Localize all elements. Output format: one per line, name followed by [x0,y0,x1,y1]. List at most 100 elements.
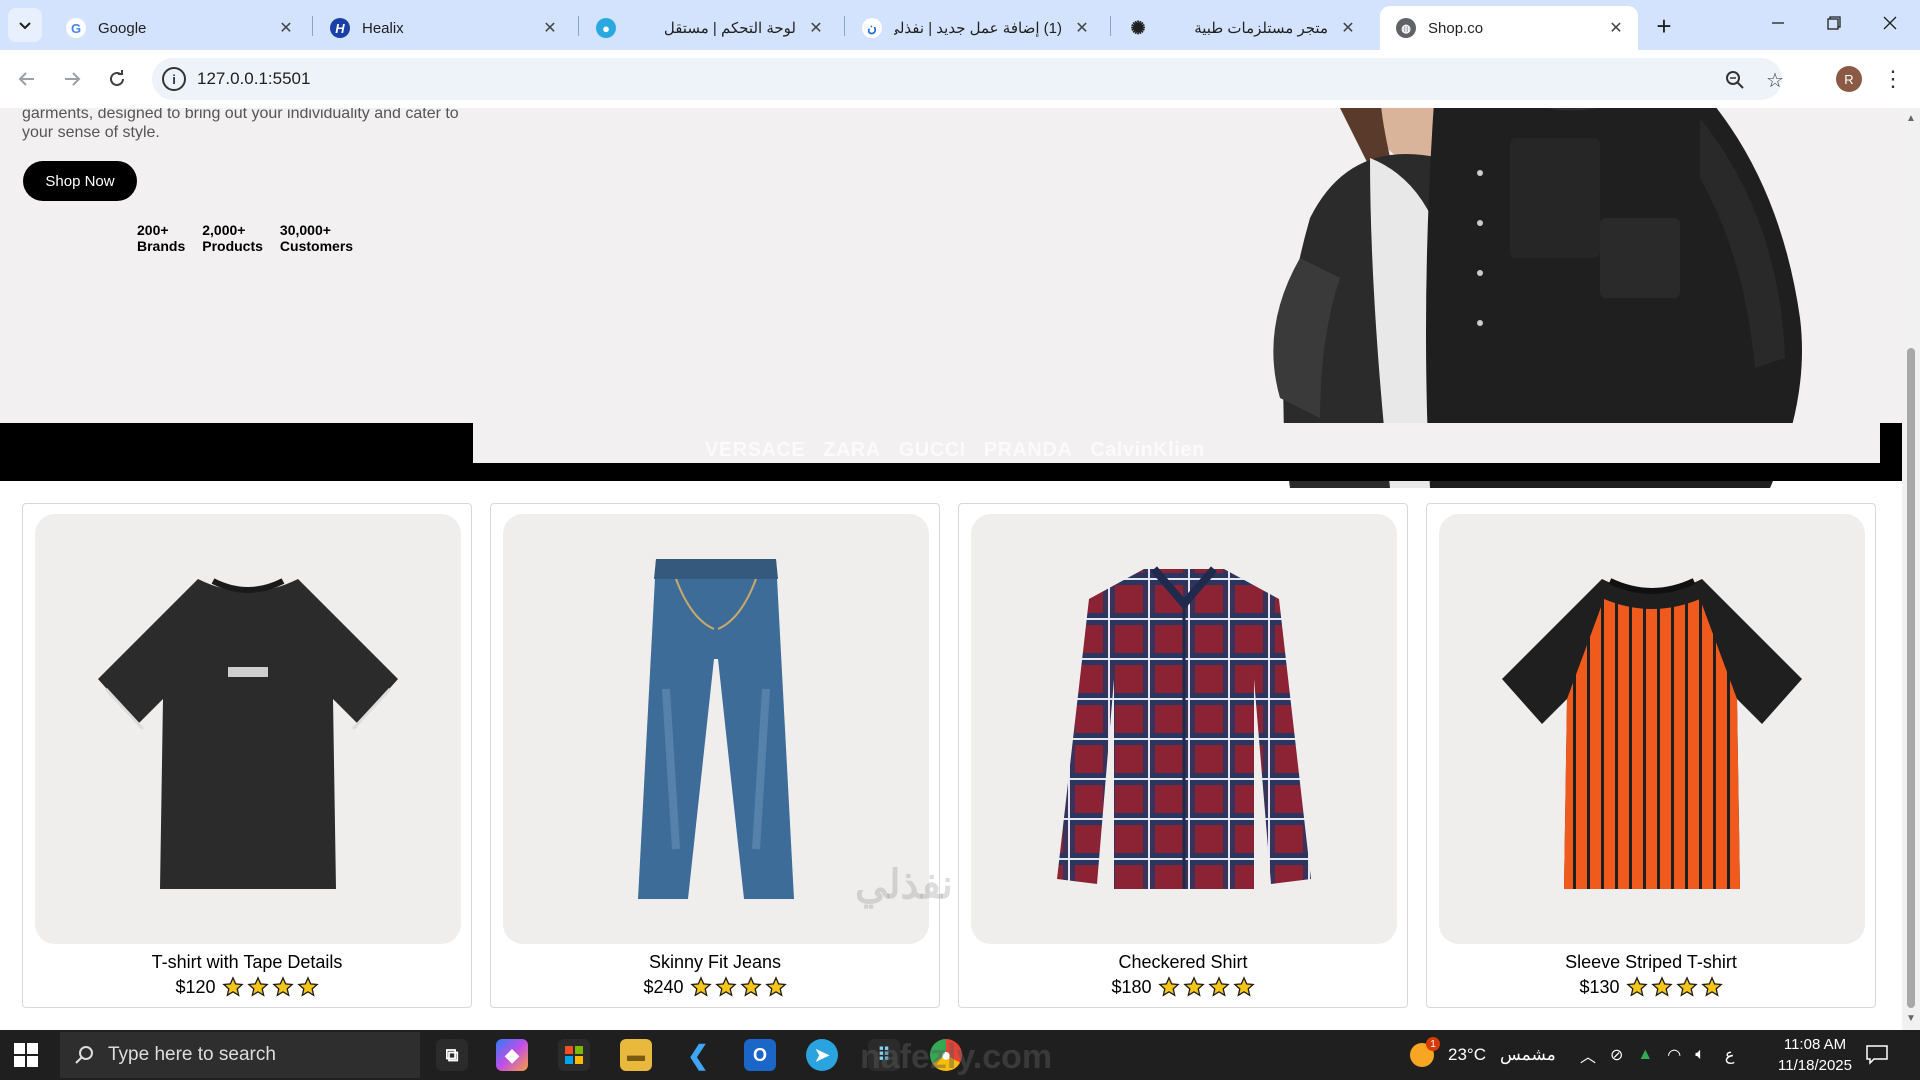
star-icon [689,976,712,997]
star-icon [221,976,244,997]
hero-stats: 200+ Brands 2,000+ Products 30,000+ Cust… [137,222,353,254]
profile-avatar[interactable]: R [1836,66,1862,92]
black-tshirt-image [98,578,398,889]
network-off-icon[interactable]: ⊘ [1610,1045,1623,1065]
taskbar-search[interactable]: Type here to search [60,1032,420,1078]
openai-icon: ✺ [1130,17,1146,38]
tab-title: Healix [362,19,404,37]
star-icon [1675,976,1698,997]
star-icon [739,976,762,997]
close-tab-icon[interactable]: ✕ [1072,18,1092,38]
restore-button[interactable] [1806,0,1862,46]
close-tab-icon[interactable]: ✕ [276,18,296,38]
product-card[interactable]: Checkered Shirt $180 [958,503,1408,1008]
close-icon [1883,16,1897,30]
product-name[interactable]: T-shirt with Tape Details [23,952,471,973]
tab-separator [578,16,579,36]
tab-nafezly[interactable]: ن (1) إضافة عمل جديد | نفذلي ✕ [846,6,1104,50]
weather-text: مشمس [1499,1045,1556,1064]
zoom-icon[interactable] [1722,67,1748,93]
bookmark-star-icon[interactable]: ☆ [1762,67,1788,93]
scroll-up-arrow-icon[interactable]: ▲ [1906,114,1916,124]
arrow-left-icon [18,72,34,86]
mostaql-icon: ● [596,18,616,38]
tab-shop-co[interactable]: ◍ Shop.co ✕ [1380,6,1638,50]
product-name[interactable]: Checkered Shirt [959,952,1407,973]
brand-versace: VERSACE [705,439,806,461]
close-tab-icon[interactable]: ✕ [540,18,560,38]
rating-stars [689,976,787,998]
file-explorer-icon[interactable]: ▬ [620,1039,652,1071]
minimize-button[interactable] [1750,0,1806,46]
chevron-up-icon[interactable]: ︿ [1580,1043,1596,1067]
product-card[interactable]: T-shirt with Tape Details $120 [22,503,472,1008]
brand-pranda: PRANDA [983,439,1073,461]
system-tray: ︿ ⊘ ▲ ◠ 🔈︎ ع [1580,1030,1734,1080]
product-image[interactable] [1439,514,1865,944]
product-grid: T-shirt with Tape Details $120 Skinny Fi… [22,503,1876,1008]
tab-title: Shop.co [1428,19,1484,37]
outlook-icon[interactable]: O [744,1039,776,1071]
product-name[interactable]: Sleeve Striped T-shirt [1427,952,1875,973]
close-window-button[interactable] [1862,0,1918,46]
microsoft-store-icon[interactable] [558,1039,590,1071]
new-tab-button[interactable]: + [1648,10,1680,42]
windows-start-icon[interactable] [14,1043,38,1067]
nafezly-icon: ن [862,18,882,38]
volume-icon[interactable]: 🔈︎ [1695,1046,1705,1064]
restore-icon [1827,16,1841,30]
star-icon [714,976,737,997]
close-tab-icon[interactable]: ✕ [806,18,826,38]
search-icon [75,1046,93,1064]
tab-healix[interactable]: H Healix ✕ [314,6,572,50]
tab-search-button[interactable] [8,8,42,42]
task-view-icon[interactable]: ⧉ [436,1039,468,1071]
telegram-icon[interactable]: ➤ [806,1039,838,1071]
close-tab-icon[interactable]: ✕ [1338,18,1358,38]
tab-title: متجر مستلزمات طبية [1194,20,1328,37]
product-name[interactable]: Skinny Fit Jeans [491,952,939,973]
price-rating-row: $120 [23,976,471,998]
stat-customers: 30,000+ Customers [279,222,354,254]
notification-icon[interactable] [1866,1030,1888,1080]
weather-widget[interactable]: 1 23°C مشمس [1410,1030,1556,1080]
hero-description: garments, designed to bring out your ind… [22,108,459,141]
blue-jeans-image [638,559,794,899]
address-bar[interactable]: i 127.0.0.1:5501 ☆ [152,58,1784,100]
input-language[interactable]: ع [1725,1045,1735,1065]
site-info-icon[interactable]: i [162,67,186,91]
weather-temp: 23°C [1448,1045,1486,1064]
shop-now-button[interactable]: Shop Now [23,161,137,201]
google-icon: G [66,18,86,38]
scroll-down-arrow-icon[interactable]: ▼ [1906,1014,1916,1024]
product-image[interactable] [35,514,461,944]
tab-google[interactable]: G Google ✕ [50,6,308,50]
copilot-icon[interactable]: ◆ [496,1039,528,1071]
product-image[interactable] [971,514,1397,944]
product-card[interactable]: Skinny Fit Jeans $240 [490,503,940,1008]
back-button[interactable] [10,62,44,96]
page-scrollbar[interactable]: ▲ ▼ [1902,108,1920,1030]
forward-button[interactable] [55,62,89,96]
rating-stars [1157,976,1255,998]
tab-mostaql[interactable]: ● لوحة التحكم | مستقل ✕ [580,6,838,50]
google-drive-icon[interactable]: ▲ [1637,1046,1653,1064]
scrollbar-thumb[interactable] [1907,348,1915,1008]
tab-medical-store[interactable]: ✺ متجر مستلزمات طبية ✕ [1112,6,1370,50]
price-rating-row: $180 [959,976,1407,998]
reload-button[interactable] [100,62,134,96]
tab-title: Google [98,19,147,37]
product-price: $120 [175,976,216,997]
browser-menu-icon[interactable]: ⋮ [1880,64,1906,94]
stat-brands: 200+ Brands [137,222,186,254]
product-price: $130 [1579,976,1620,997]
wifi-icon[interactable]: ◠ [1667,1045,1681,1065]
vscode-icon[interactable]: ❮ [682,1039,714,1071]
system-clock[interactable]: 11:08 AM 11/18/2025 [1760,1034,1870,1076]
weather-badge: 1 [1426,1037,1440,1051]
tab-separator [844,16,845,36]
star-icon [1650,976,1673,997]
product-card[interactable]: Sleeve Striped T-shirt $130 [1426,503,1876,1008]
brand-logos: VERSACE ZARA GUCCI PRANDA CalvinKlien [705,439,1205,462]
close-tab-icon[interactable]: ✕ [1606,18,1626,38]
